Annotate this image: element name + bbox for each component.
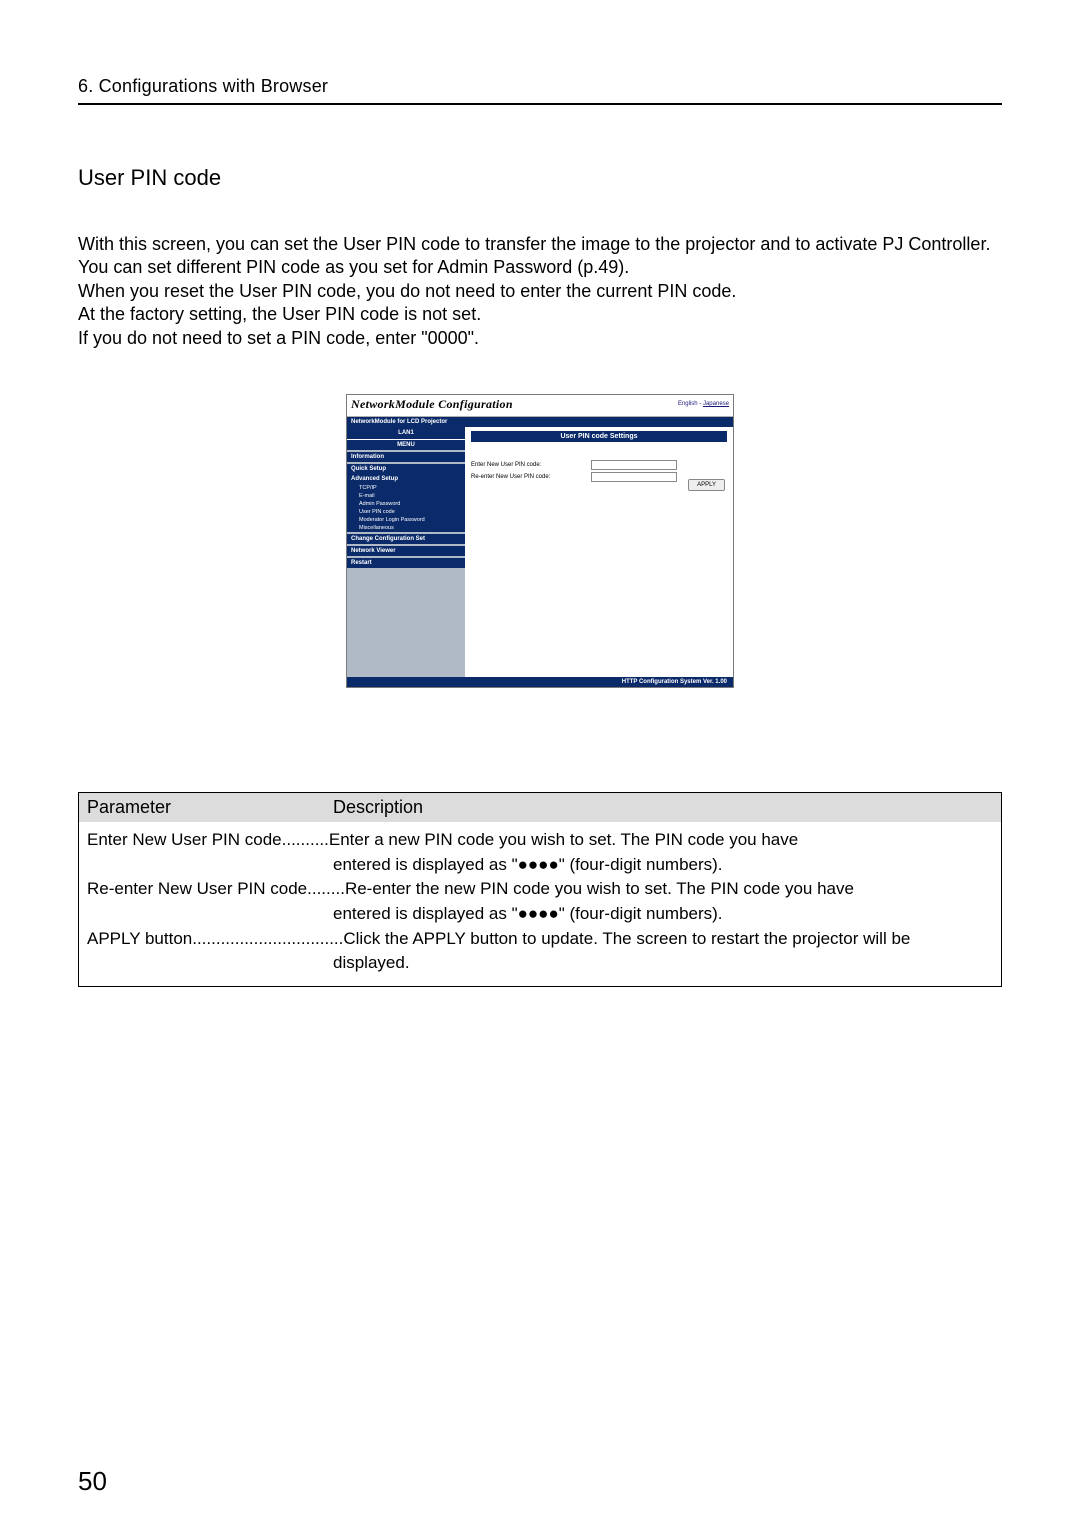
enter-pin-input[interactable]	[591, 460, 677, 470]
figure-wrap: NetworkModule Configuration English - Ja…	[78, 394, 1002, 738]
table-header: Parameter Description	[79, 793, 1001, 822]
figure-subtitle: NetworkModule for LCD Projector	[347, 417, 733, 427]
param-desc: Re-enter the new PIN code you wish to se…	[345, 877, 993, 902]
main-panel: User PIN code Settings Enter New User PI…	[465, 427, 733, 677]
sidebar-item-label: Quick Setup	[351, 466, 386, 472]
sidebar-spacer	[347, 568, 465, 677]
sidebar-setup-block: Quick Setup Advanced Setup TCP/IP E-mail…	[347, 464, 465, 532]
param-desc: Click the APPLY button to update. The sc…	[343, 927, 993, 952]
sidebar-quick-setup[interactable]: Quick Setup	[347, 464, 465, 474]
form-row-enter: Enter New User PIN code:	[471, 460, 727, 470]
param-desc-cont: entered is displayed as "●●●●" (four-dig…	[87, 853, 993, 878]
sidebar-restart[interactable]: Restart	[347, 558, 465, 568]
dotted-leader: ........	[307, 877, 345, 902]
body-text: With this screen, you can set the User P…	[78, 233, 1002, 350]
divider	[78, 103, 1002, 105]
param-desc-cont: displayed.	[87, 951, 993, 976]
dotted-leader: ................................	[192, 927, 343, 952]
sidebar-advanced-setup[interactable]: Advanced Setup	[347, 474, 465, 484]
lang-english[interactable]: English	[678, 401, 698, 407]
param-label: Enter New User PIN code	[87, 828, 282, 853]
dotted-leader: ..........	[282, 828, 329, 853]
sidebar-tcpip[interactable]: TCP/IP	[347, 484, 465, 492]
sidebar-admin-password[interactable]: Admin Password	[347, 500, 465, 508]
table-body: Enter New User PIN code ..........Enter …	[79, 822, 1001, 986]
sidebar-information[interactable]: Information	[347, 452, 465, 462]
screenshot-figure: NetworkModule Configuration English - Ja…	[346, 394, 734, 738]
param-desc: Enter a new PIN code you wish to set. Th…	[329, 828, 993, 853]
lang-japanese[interactable]: Japanese	[703, 401, 729, 407]
figure-header: NetworkModule Configuration English - Ja…	[347, 395, 733, 417]
param-desc-cont: entered is displayed as "●●●●" (four-dig…	[87, 902, 993, 927]
sidebar-lan[interactable]: LAN1	[347, 427, 465, 440]
parameter-table: Parameter Description Enter New User PIN…	[78, 792, 1002, 987]
sidebar-item-label: Restart	[351, 560, 372, 566]
figure-title: NetworkModule Configuration	[351, 397, 513, 411]
sidebar-user-pin[interactable]: User PIN code	[347, 508, 465, 516]
sidebar-item-label: Information	[351, 454, 384, 460]
sidebar-item-label: Network Viewer	[351, 548, 396, 554]
reenter-pin-label: Re-enter New User PIN code:	[471, 474, 591, 480]
page: 6. Configurations with Browser User PIN …	[0, 0, 1080, 1533]
chapter-title: 6. Configurations with Browser	[78, 76, 1002, 97]
apply-button[interactable]: APPLY	[688, 479, 725, 491]
sidebar-network-viewer[interactable]: Network Viewer	[347, 546, 465, 556]
param-label: Re-enter New User PIN code	[87, 877, 307, 902]
sidebar: LAN1 MENU Information Quick Setup Advanc…	[347, 427, 465, 677]
sidebar-item-label: Change Configuration Set	[351, 536, 425, 542]
section-title: User PIN code	[78, 165, 1002, 191]
panel-title: User PIN code Settings	[471, 431, 727, 442]
sidebar-email[interactable]: E-mail	[347, 492, 465, 500]
figure-footer: HTTP Configuration System Ver. 1.00	[347, 677, 733, 687]
body-p2: You can set different PIN code as you se…	[78, 256, 1002, 279]
body-p5: If you do not need to set a PIN code, en…	[78, 327, 1002, 350]
table-row: Enter New User PIN code ..........Enter …	[87, 828, 993, 853]
language-switch: English - Japanese	[678, 401, 729, 407]
body-p1: With this screen, you can set the User P…	[78, 233, 1002, 256]
param-label: APPLY button	[87, 927, 192, 952]
page-number: 50	[78, 1466, 107, 1497]
reenter-pin-input[interactable]	[591, 472, 677, 482]
header-description: Description	[325, 793, 1001, 822]
header-parameter: Parameter	[79, 793, 325, 822]
sidebar-menu-label: MENU	[347, 440, 465, 450]
sidebar-change-config[interactable]: Change Configuration Set	[347, 534, 465, 544]
enter-pin-label: Enter New User PIN code:	[471, 462, 591, 468]
figure-body: LAN1 MENU Information Quick Setup Advanc…	[347, 427, 733, 677]
body-p4: At the factory setting, the User PIN cod…	[78, 303, 1002, 326]
sidebar-moderator-login[interactable]: Moderator Login Password	[347, 516, 465, 524]
sidebar-item-label: Advanced Setup	[351, 476, 398, 482]
sidebar-miscellaneous[interactable]: Miscellaneous	[347, 524, 465, 532]
table-row: Re-enter New User PIN code........Re-ent…	[87, 877, 993, 902]
body-p3: When you reset the User PIN code, you do…	[78, 280, 1002, 303]
table-row: APPLY button............................…	[87, 927, 993, 952]
